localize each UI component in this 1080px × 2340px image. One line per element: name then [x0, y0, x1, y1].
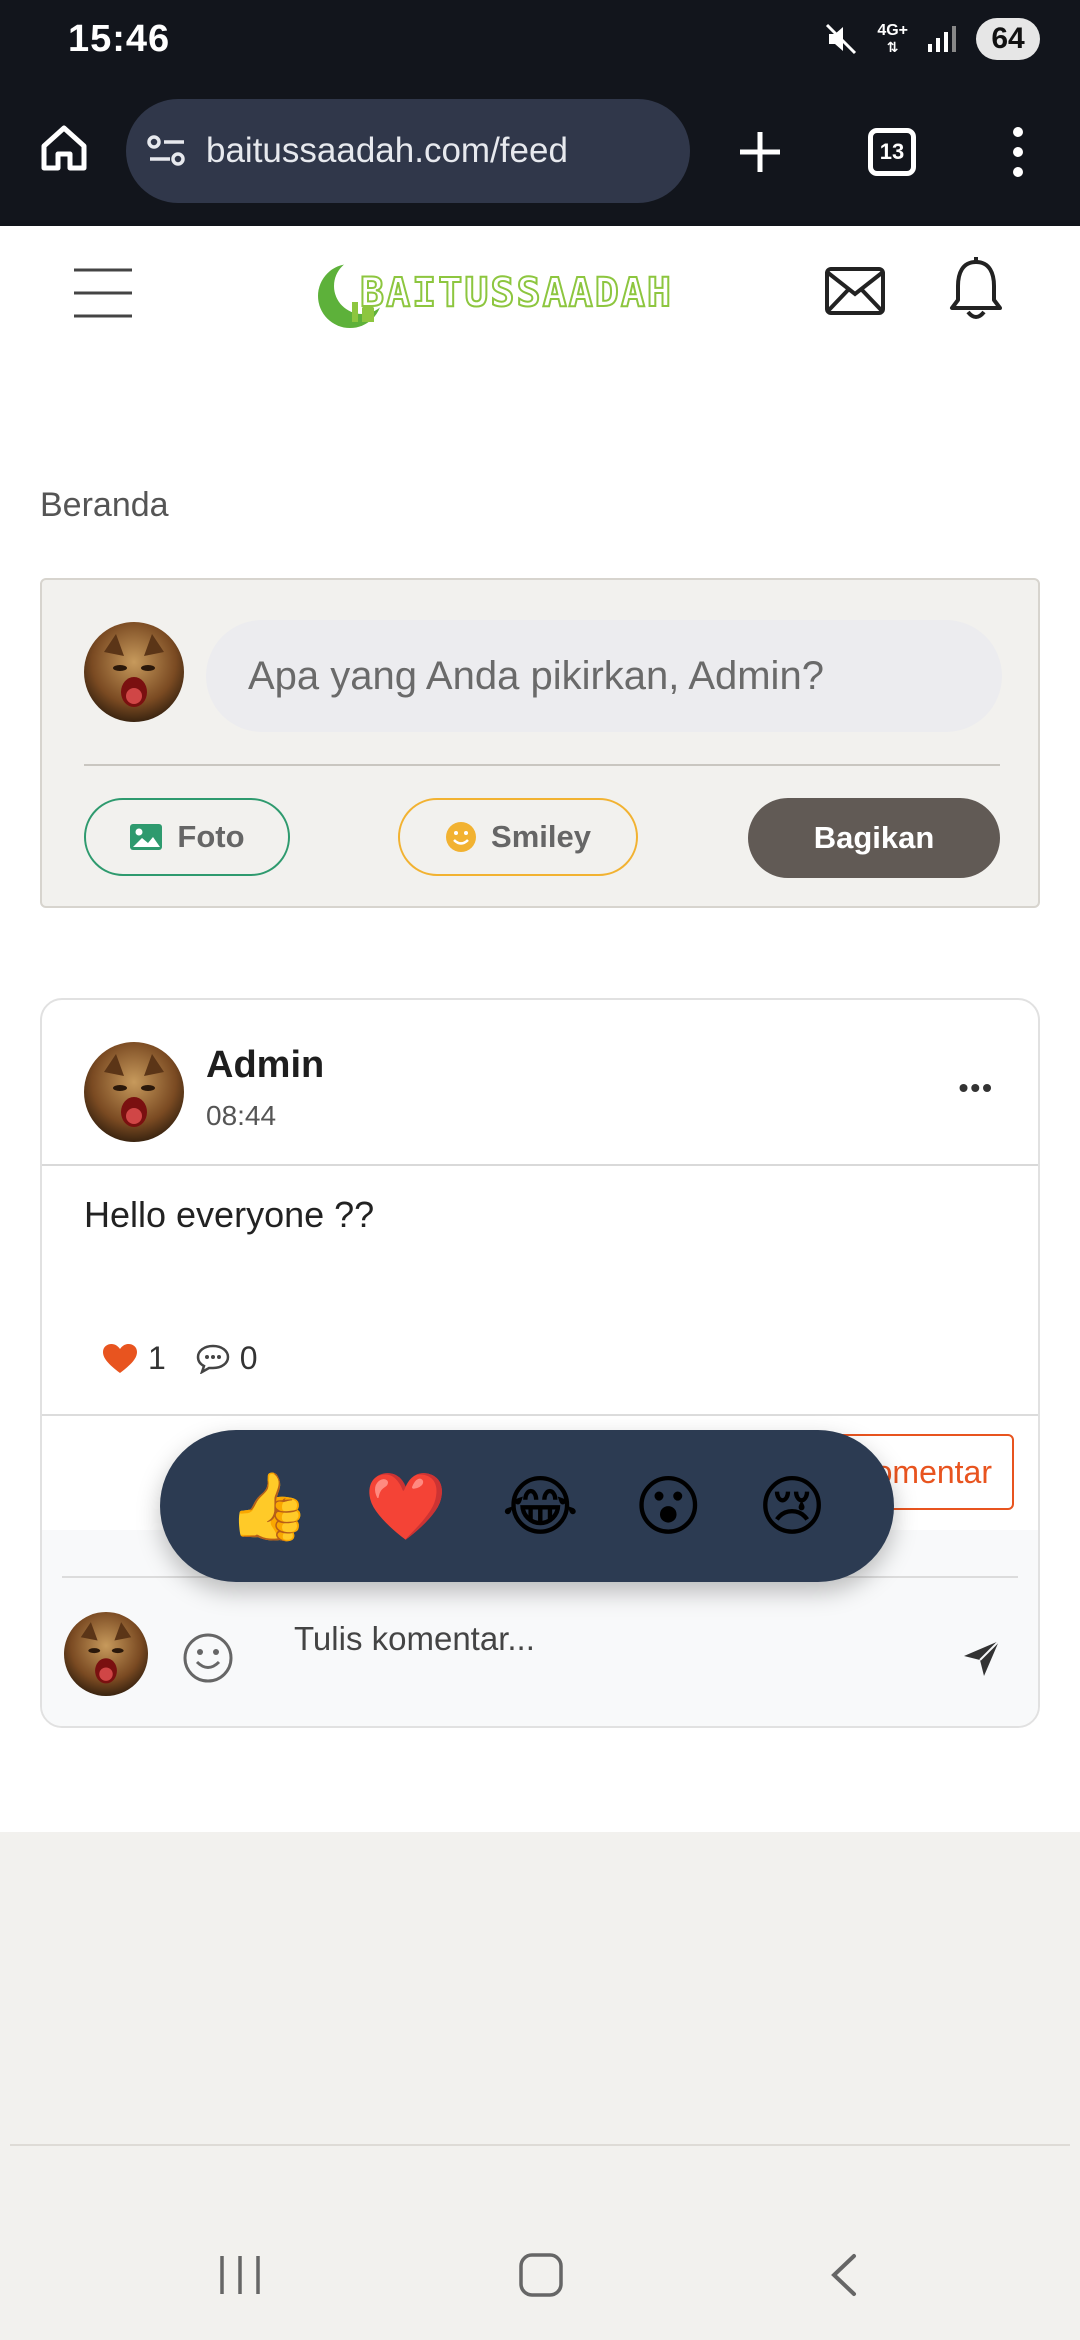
status-bar: 15:46 4G+ ⇅ 64: [0, 0, 1080, 84]
mute-icon: [826, 23, 857, 55]
battery-indicator: 64: [976, 18, 1040, 60]
smiley-button[interactable]: Smiley: [398, 798, 638, 876]
reaction-wow[interactable]: 😮: [634, 1473, 703, 1539]
avatar[interactable]: [84, 1042, 184, 1142]
avatar: [64, 1612, 148, 1696]
post-composer: Apa yang Anda pikirkan, Admin? Foto Smil…: [40, 578, 1040, 908]
tab-switcher-button[interactable]: 13: [868, 128, 916, 176]
reaction-picker: 👍 ❤️ 😂 😮 😢: [160, 1430, 894, 1582]
browser-toolbar: baitussaadah.com/feed 13: [0, 84, 1080, 226]
url-text: baitussaadah.com/feed: [206, 131, 568, 170]
post-card: Admin 08:44 ••• Hello everyone ?? 1 0 Ko…: [40, 998, 1040, 1728]
status-time: 15:46: [68, 18, 171, 60]
home-nav-icon[interactable]: [518, 2252, 564, 2298]
share-button[interactable]: Bagikan: [748, 798, 1000, 878]
page-title: Beranda: [40, 486, 169, 524]
hamburger-menu-icon[interactable]: [72, 266, 134, 320]
smiley-icon: [446, 822, 477, 852]
reaction-like[interactable]: 👍: [227, 1473, 309, 1539]
network-type: 4G+ ⇅: [877, 22, 908, 56]
reaction-haha[interactable]: 😂: [502, 1473, 579, 1539]
address-bar[interactable]: baitussaadah.com/feed: [126, 99, 690, 203]
site-header: BAITUSSAADAH: [0, 226, 1080, 360]
post-timestamp: 08:44: [206, 1100, 277, 1131]
reaction-love[interactable]: ❤️: [365, 1473, 447, 1539]
recent-apps-icon[interactable]: [218, 2254, 262, 2296]
comment-icon[interactable]: [196, 1344, 230, 1374]
back-icon[interactable]: [826, 2252, 860, 2298]
composer-divider: [84, 764, 1000, 766]
reaction-sad[interactable]: 😢: [758, 1473, 827, 1539]
photo-button[interactable]: Foto: [84, 798, 290, 876]
signal-icon: [928, 26, 956, 52]
comment-input[interactable]: Tulis komentar...: [294, 1620, 535, 1658]
post-divider: [42, 1414, 1038, 1416]
status-icons: 4G+ ⇅ 64: [823, 18, 1040, 60]
image-icon: [130, 824, 163, 850]
post-divider: [42, 1164, 1038, 1166]
like-count: 1: [148, 1340, 166, 1376]
avatar: [84, 622, 184, 722]
post-body: Hello everyone ??: [84, 1194, 375, 1235]
notification-bell-icon[interactable]: [948, 256, 1004, 322]
heart-icon[interactable]: [102, 1343, 138, 1375]
comment-count: 0: [239, 1340, 258, 1376]
mail-icon[interactable]: [824, 266, 886, 316]
brand-name[interactable]: BAITUSSAADAH: [359, 269, 673, 317]
site-settings-icon[interactable]: [146, 133, 188, 169]
emoji-picker-icon[interactable]: [182, 1632, 234, 1684]
nav-divider: [10, 2144, 1070, 2146]
main-content: Beranda Apa yang Anda pikirkan, Admin? F…: [0, 360, 1080, 1832]
post-options-icon[interactable]: •••: [959, 1072, 994, 1104]
smiley-button-label: Smiley: [491, 819, 591, 854]
send-icon[interactable]: [962, 1638, 1002, 1678]
more-options-icon[interactable]: [1006, 124, 1030, 180]
post-author[interactable]: Admin: [206, 1044, 324, 1087]
photo-button-label: Foto: [177, 819, 245, 854]
new-tab-icon[interactable]: [736, 128, 784, 176]
post-stats: 1 0: [102, 1340, 258, 1377]
home-icon[interactable]: [38, 122, 90, 174]
composer-input[interactable]: Apa yang Anda pikirkan, Admin?: [206, 620, 1002, 732]
